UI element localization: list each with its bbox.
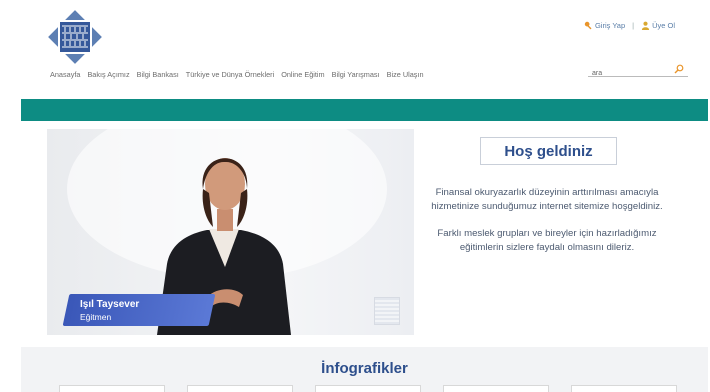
nav-item-quiz[interactable]: Bilgi Yarışması (332, 70, 380, 79)
presenter-role: Eğitmen (80, 312, 112, 322)
search-icon[interactable] (674, 64, 684, 74)
auth-links: Giriş Yap | Üye Ol (584, 21, 675, 30)
presenter-name: Işıl Taysever (80, 299, 140, 310)
nav-item-examples[interactable]: Türkiye ve Dünya Örnekleri (186, 70, 274, 79)
nav-item-knowledge-base[interactable]: Bilgi Bankası (137, 70, 179, 79)
infographic-card[interactable] (59, 385, 165, 392)
infographic-card[interactable] (571, 385, 677, 392)
infographics-title: İnfografikler (321, 360, 408, 377)
search-box (588, 62, 688, 81)
user-icon (641, 21, 650, 30)
nav-item-home[interactable]: Anasayfa (50, 70, 80, 79)
key-icon (584, 21, 592, 30)
welcome-title-box: Hoş geldiniz (480, 137, 617, 165)
hero-video[interactable]: Işıl Taysever Eğitmen (47, 129, 414, 335)
login-link[interactable]: Giriş Yap (584, 21, 625, 30)
nav-item-online-training[interactable]: Online Eğitim (281, 70, 324, 79)
login-label: Giriş Yap (594, 21, 626, 30)
presenter-caption: Işıl Taysever Eğitmen (80, 299, 139, 322)
register-label: Üye Ol (652, 21, 675, 30)
infographic-card[interactable] (443, 385, 549, 392)
teal-banner (21, 99, 708, 121)
welcome-title: Hoş geldiniz (504, 142, 593, 160)
logo[interactable] (47, 9, 103, 65)
welcome-text: Finansal okuryazarlık düzeyinin arttırıl… (421, 186, 673, 255)
nav-item-perspective[interactable]: Bakış Açımız (87, 70, 129, 79)
search-input[interactable] (588, 66, 672, 81)
main-nav: Anasayfa Bakış Açımız Bilgi Bankası Türk… (50, 70, 424, 79)
auth-separator: | (632, 21, 635, 30)
welcome-paragraph-1: Finansal okuryazarlık düzeyinin arttırıl… (431, 187, 663, 212)
infographic-card[interactable] (187, 385, 293, 392)
nav-item-contact[interactable]: Bize Ulaşın (387, 70, 424, 79)
watermark-logo (374, 297, 400, 325)
register-link[interactable]: Üye Ol (641, 21, 675, 30)
infographics-section: İnfografikler (21, 347, 708, 392)
welcome-paragraph-2: Farklı meslek grupları ve bireyler için … (437, 228, 657, 253)
infographic-card[interactable] (315, 385, 421, 392)
